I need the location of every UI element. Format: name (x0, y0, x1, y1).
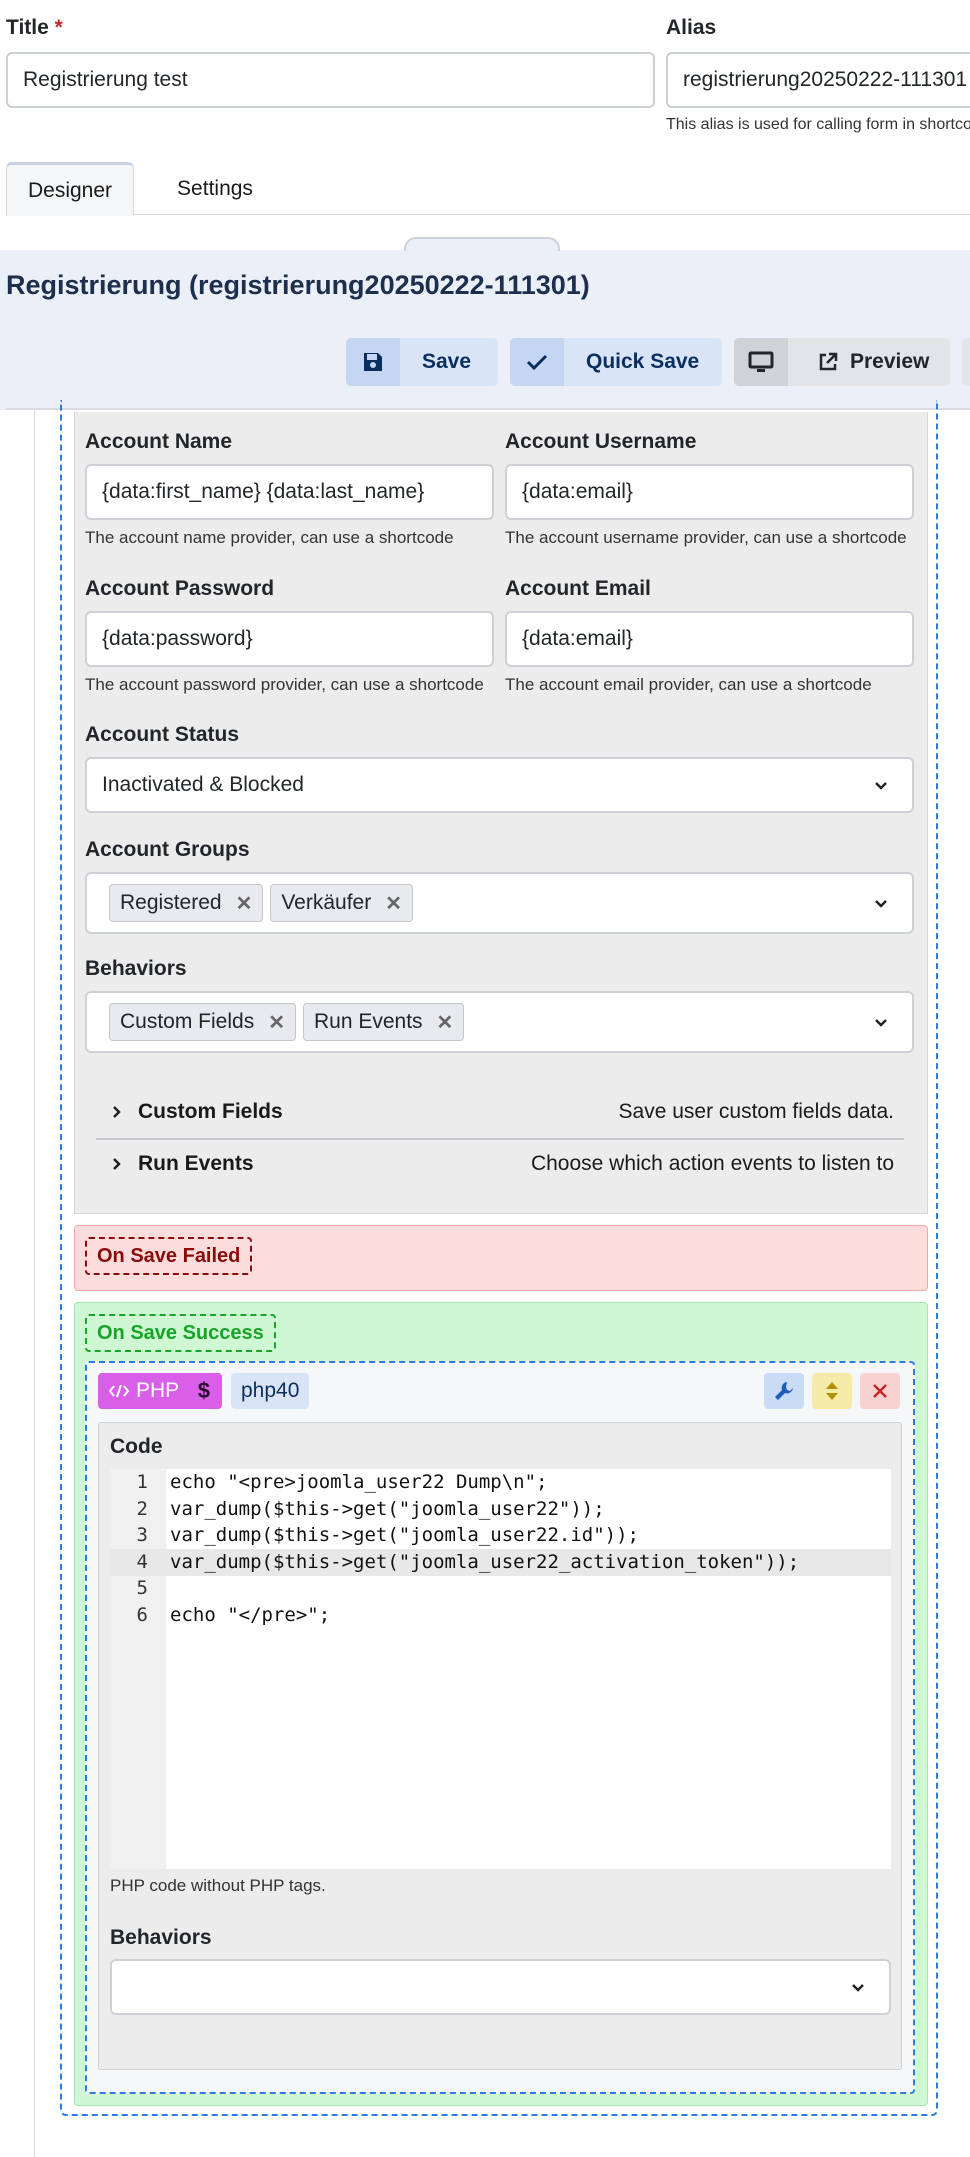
close-x-icon[interactable]: ✕ (236, 891, 253, 916)
php-name-badge: php40 (231, 1373, 310, 1409)
account-username-input[interactable]: {data:email} (505, 464, 914, 520)
account-password-label: Account Password (85, 577, 275, 600)
account-groups-select[interactable]: Registered ✕ Verkäufer ✕ (85, 872, 914, 934)
preview-button[interactable]: Preview (734, 338, 950, 386)
account-username-label: Account Username (505, 430, 697, 453)
group-chip: Verkäufer ✕ (270, 884, 413, 922)
account-email-help: The account email provider, can use a sh… (505, 675, 872, 694)
on-save-failed-label: On Save Failed (85, 1237, 253, 1275)
monitor-icon (734, 338, 788, 386)
code-editor[interactable]: 1 echo "<pre>joomla_user22 Dump\n"; 2 va… (110, 1469, 891, 1869)
dollar-icon: $ (197, 1378, 210, 1403)
account-groups-label: Account Groups (85, 838, 250, 861)
close-x-icon[interactable] (860, 1373, 900, 1409)
chevron-down-icon (851, 1975, 865, 1999)
sort-icon[interactable] (812, 1373, 852, 1409)
line-number: 3 (136, 1524, 148, 1546)
account-password-help: The account password provider, can use a… (85, 675, 484, 694)
alias-label: Alias (666, 16, 717, 39)
accordion-custom-fields[interactable]: Custom Fields Save user custom fields da… (96, 1090, 904, 1134)
code-line: echo "</pre>"; (170, 1604, 331, 1626)
account-username-help: The account username provider, can use a… (505, 528, 907, 547)
account-name-help: The account name provider, can use a sho… (85, 528, 454, 547)
account-email-input[interactable]: {data:email} (505, 611, 914, 667)
account-status-label: Account Status (85, 723, 240, 746)
floppy-disk-icon (346, 338, 400, 386)
chevron-right-icon (96, 1157, 138, 1171)
account-status-select[interactable]: Inactivated & Blocked (85, 757, 914, 813)
close-x-icon[interactable]: ✕ (268, 1010, 285, 1035)
behaviors-select[interactable]: Custom Fields ✕ Run Events ✕ (85, 991, 914, 1053)
tab-rule (6, 214, 970, 215)
php-behaviors-label: Behaviors (110, 1926, 212, 1949)
line-number: 2 (136, 1498, 148, 1520)
code-line: var_dump($this->get("joomla_user22_activ… (170, 1551, 800, 1573)
code-help: PHP code without PHP tags. (110, 1876, 326, 1895)
accordion-divider (96, 1138, 904, 1140)
code-icon (98, 1383, 136, 1399)
tab-designer[interactable]: Designer (6, 162, 134, 216)
chevron-right-icon (96, 1105, 138, 1119)
save-button[interactable]: Save (346, 338, 498, 386)
behaviors-label: Behaviors (85, 957, 187, 980)
php-behaviors-select[interactable] (110, 1959, 891, 2015)
wrench-icon[interactable] (764, 1373, 804, 1409)
chevron-down-icon (874, 1010, 888, 1034)
drag-handle[interactable] (404, 237, 560, 251)
line-number: 6 (136, 1604, 148, 1626)
line-number: 4 (136, 1551, 148, 1573)
chevron-down-icon (874, 891, 888, 915)
chevron-down-icon (874, 773, 888, 797)
accordion-run-events[interactable]: Run Events Choose which action events to… (96, 1142, 904, 1186)
account-email-label: Account Email (505, 577, 651, 600)
line-number: 5 (136, 1577, 148, 1599)
title-input[interactable]: Registrierung test (6, 52, 655, 108)
quick-save-button[interactable]: Quick Save (510, 338, 722, 386)
line-number: 1 (136, 1471, 148, 1493)
check-icon (510, 338, 564, 386)
more-button[interactable] (962, 338, 970, 386)
external-link-icon (788, 352, 838, 372)
on-save-success-label: On Save Success (85, 1314, 276, 1352)
alias-help: This alias is used for calling form in s… (666, 116, 970, 133)
form-heading: Registrierung (registrierung20250222-111… (6, 270, 590, 300)
php-type-badge: PHP $ (98, 1373, 222, 1409)
code-line: echo "<pre>joomla_user22 Dump\n"; (170, 1471, 548, 1493)
account-name-label: Account Name (85, 430, 233, 453)
account-password-input[interactable]: {data:password} (85, 611, 494, 667)
account-name-input[interactable]: {data:first_name} {data:last_name} (85, 464, 494, 520)
title-label: Title * (6, 16, 63, 39)
code-line: var_dump($this->get("joomla_user22.id"))… (170, 1524, 639, 1546)
tab-settings[interactable]: Settings (150, 172, 280, 206)
behavior-chip: Custom Fields ✕ (109, 1003, 296, 1041)
close-x-icon[interactable]: ✕ (385, 891, 402, 916)
behavior-chip: Run Events ✕ (302, 1003, 465, 1041)
code-label: Code (110, 1435, 163, 1458)
close-x-icon[interactable]: ✕ (437, 1010, 454, 1035)
group-chip: Registered ✕ (109, 884, 264, 922)
code-line: var_dump($this->get("joomla_user22")); (170, 1498, 605, 1520)
alias-input[interactable]: registrierung20250222-111301 (666, 52, 970, 108)
